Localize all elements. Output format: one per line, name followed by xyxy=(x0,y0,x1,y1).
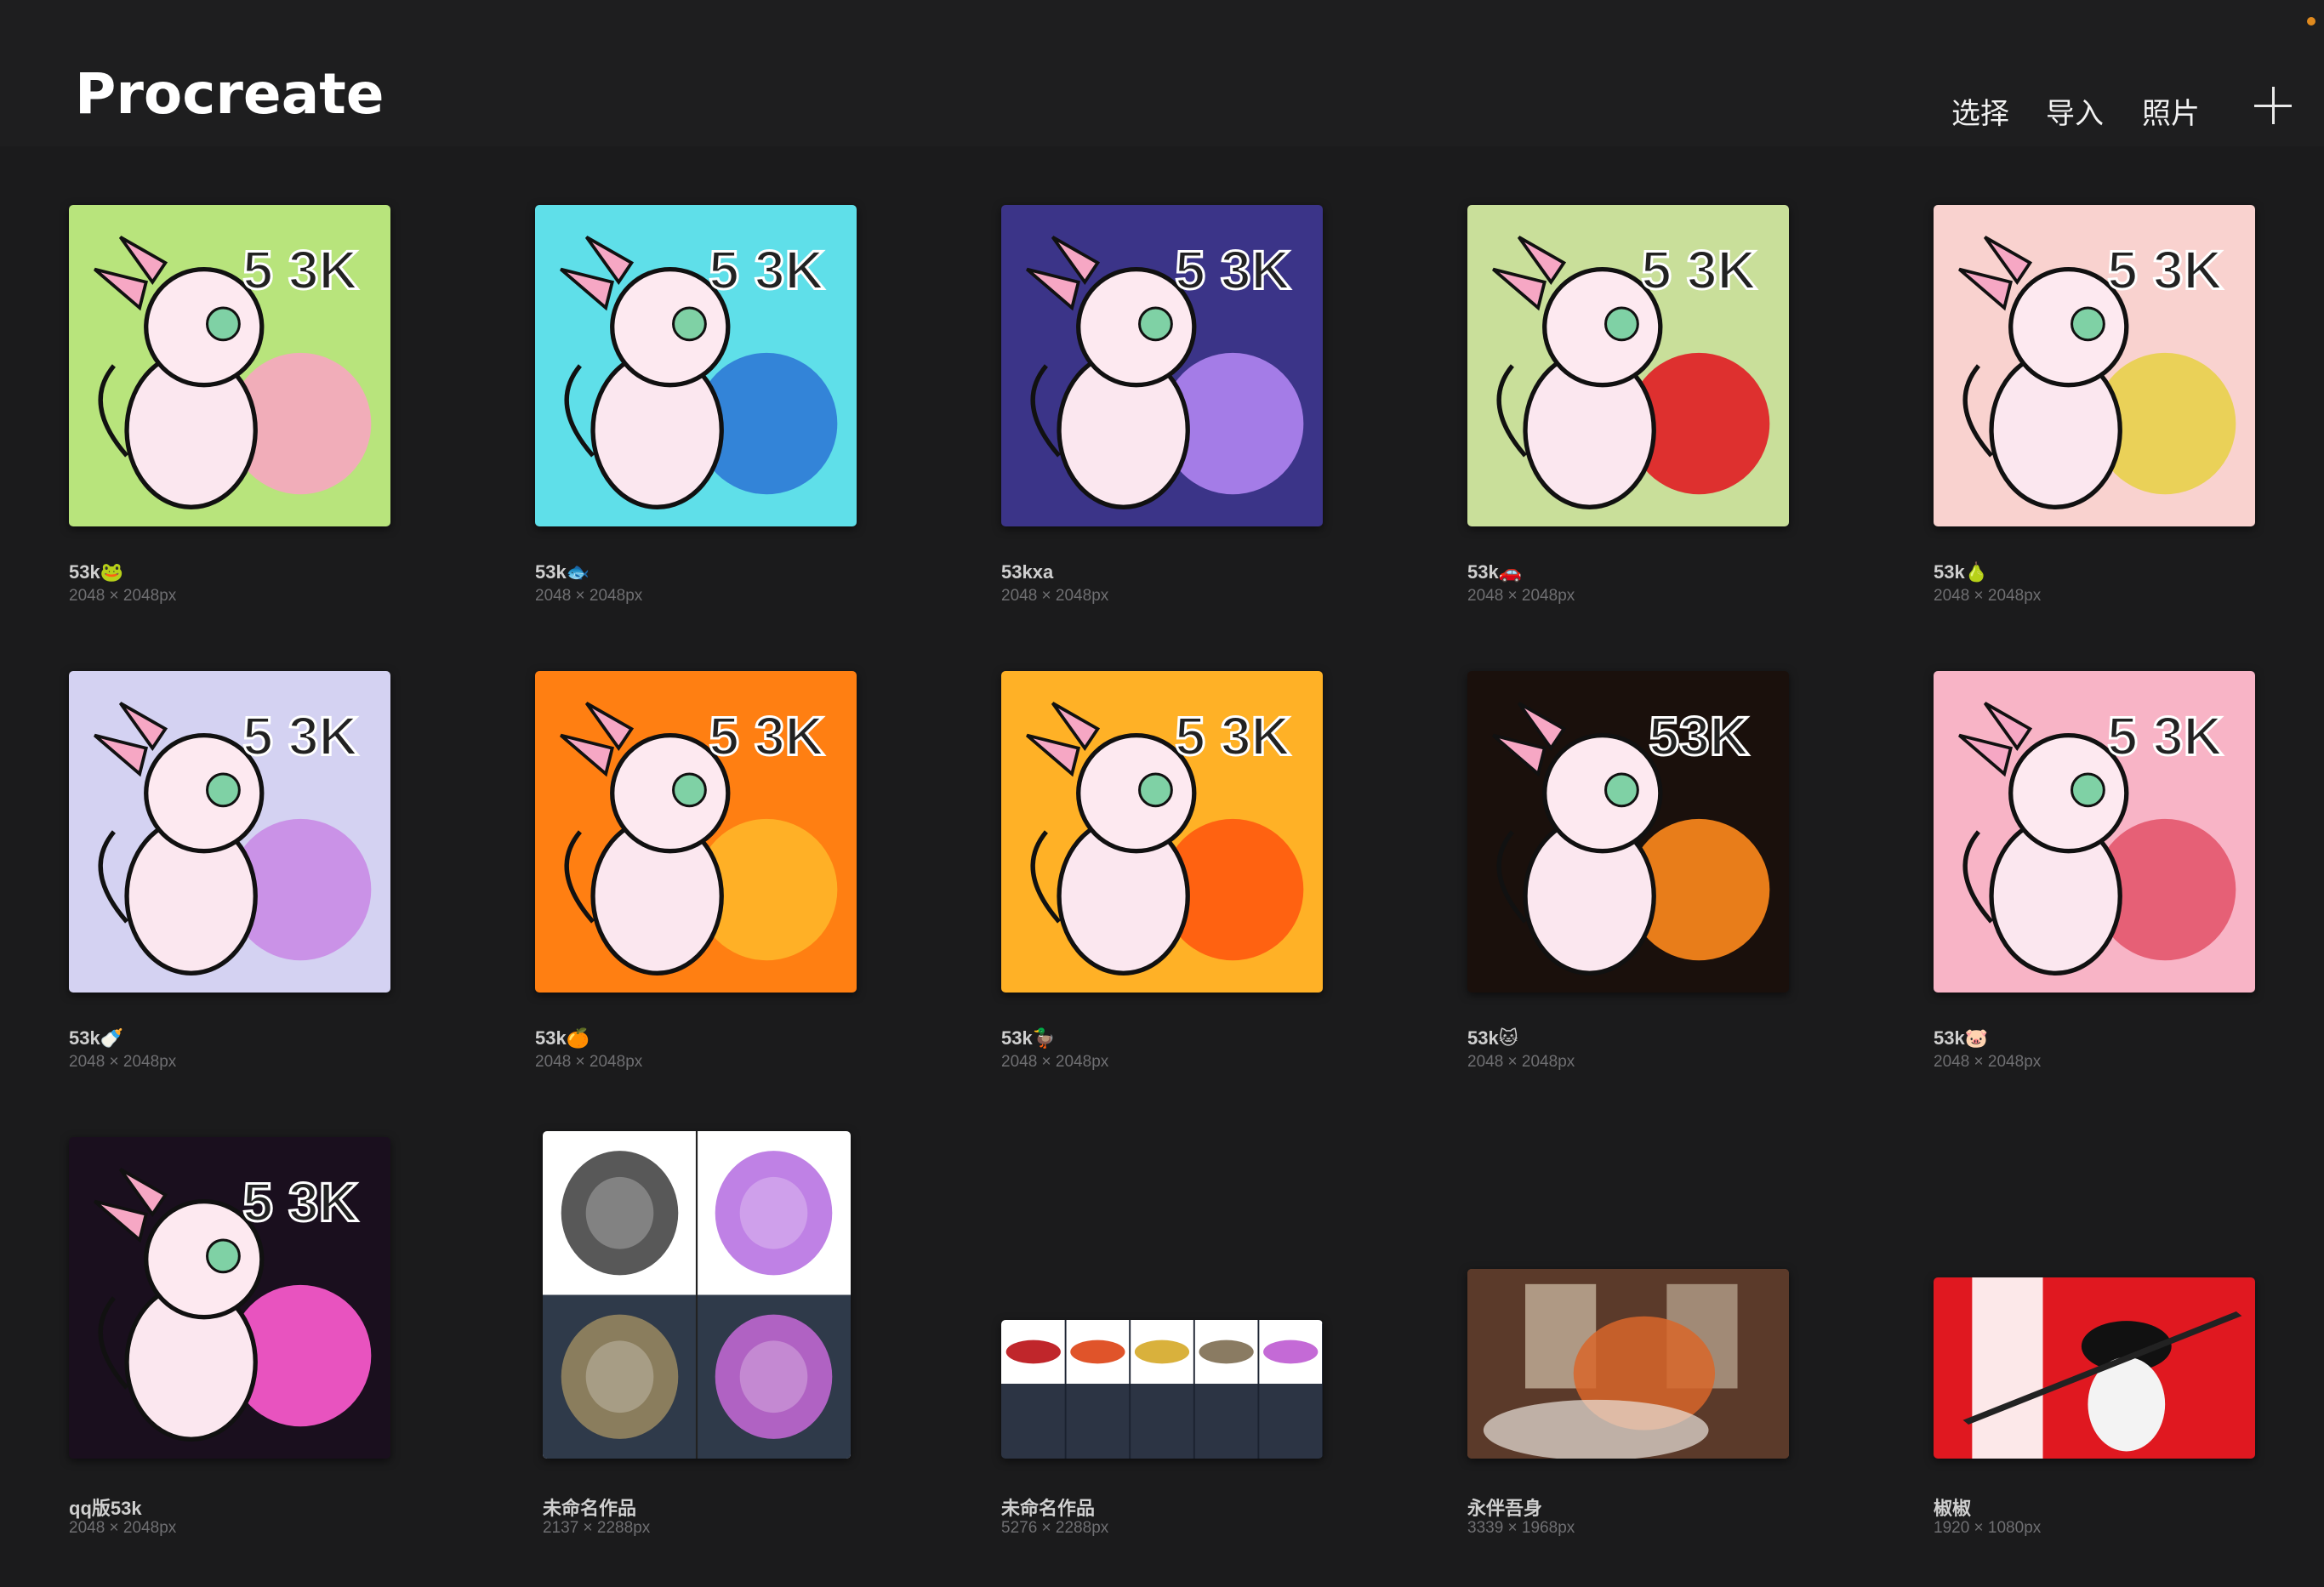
status-indicator-dot xyxy=(2307,17,2315,26)
artwork-dimensions: 2048 × 2048px xyxy=(1467,1053,1575,1071)
artwork-dimensions: 2048 × 2048px xyxy=(1001,587,1109,605)
artwork-thumbnail[interactable]: 5 3K xyxy=(1001,205,1323,526)
artwork-title: 53k🦆 xyxy=(1001,1027,1057,1049)
select-button[interactable]: 选择 xyxy=(1951,90,2009,132)
artwork-dimensions: 2137 × 2288px xyxy=(543,1519,651,1537)
app-title: Procreate xyxy=(75,61,384,127)
artwork-thumbnail[interactable]: 5 3K xyxy=(1467,205,1789,526)
artwork-title: 53k🍊 xyxy=(535,1027,590,1049)
svg-text:5 3K: 5 3K xyxy=(1175,705,1290,766)
svg-text:5 3K: 5 3K xyxy=(2107,705,2223,766)
artwork-dimensions: 2048 × 2048px xyxy=(535,587,643,605)
artwork-thumbnail[interactable]: 5 3K xyxy=(69,1137,390,1459)
artwork-dimensions: 2048 × 2048px xyxy=(1001,1053,1109,1071)
artwork-title: 53k🐸 xyxy=(69,561,124,583)
artwork-thumbnail[interactable]: 5 3K xyxy=(69,205,390,526)
artwork-dimensions: 1920 × 1080px xyxy=(1934,1519,2042,1537)
artwork-thumbnail[interactable]: 53K xyxy=(1467,671,1789,993)
artwork-thumbnail[interactable]: 5 3K xyxy=(1934,205,2255,526)
artwork-dimensions: 2048 × 2048px xyxy=(69,1053,177,1071)
svg-text:5 3K: 5 3K xyxy=(242,1171,358,1232)
artwork-dimensions: 2048 × 2048px xyxy=(1934,1053,2042,1071)
svg-text:5 3K: 5 3K xyxy=(242,705,358,766)
import-button[interactable]: 导入 xyxy=(2046,90,2104,132)
top-bar: Procreate 选择 导入 照片 xyxy=(0,0,2324,146)
artwork-thumbnail[interactable] xyxy=(1001,1320,1323,1459)
artwork-thumbnail[interactable] xyxy=(543,1131,851,1459)
photos-button[interactable]: 照片 xyxy=(2142,90,2200,132)
artwork-title: 未命名作品 xyxy=(543,1498,637,1519)
artwork-thumbnail[interactable]: 5 3K xyxy=(69,671,390,993)
artwork-dimensions: 2048 × 2048px xyxy=(1467,587,1575,605)
artwork-title: 永伴吾身 xyxy=(1467,1498,1543,1519)
svg-text:53K: 53K xyxy=(1649,705,1749,766)
artwork-title: 53k🍐 xyxy=(1934,561,1989,583)
artwork-dimensions: 5276 × 2288px xyxy=(1001,1519,1109,1537)
artwork-dimensions: 2048 × 2048px xyxy=(1934,587,2042,605)
svg-text:5 3K: 5 3K xyxy=(709,239,824,300)
artwork-title: qq版53k xyxy=(69,1498,142,1519)
artwork-title: 53k🍼 xyxy=(69,1027,124,1049)
new-canvas-plus-icon[interactable] xyxy=(2254,87,2292,124)
artwork-thumbnail[interactable] xyxy=(1934,1277,2255,1459)
artwork-thumbnail[interactable] xyxy=(1467,1269,1789,1459)
artwork-dimensions: 2048 × 2048px xyxy=(69,1519,177,1537)
artwork-dimensions: 2048 × 2048px xyxy=(535,1053,643,1071)
svg-text:5 3K: 5 3K xyxy=(709,705,824,766)
artwork-thumbnail[interactable]: 5 3K xyxy=(535,671,857,993)
artwork-title: 53k🐟 xyxy=(535,561,590,583)
artwork-title: 53kxa xyxy=(1001,561,1054,583)
svg-text:5 3K: 5 3K xyxy=(242,239,358,300)
artwork-title: 53k🐷 xyxy=(1934,1027,1989,1049)
artwork-thumbnail[interactable]: 5 3K xyxy=(1001,671,1323,993)
svg-text:5 3K: 5 3K xyxy=(1175,239,1290,300)
artwork-thumbnail[interactable]: 5 3K xyxy=(535,205,857,526)
artwork-title: 未命名作品 xyxy=(1001,1498,1096,1519)
artwork-title: 椒椒 xyxy=(1934,1498,1972,1519)
artwork-title: 53k🚗 xyxy=(1467,561,1523,583)
svg-text:5 3K: 5 3K xyxy=(1641,239,1757,300)
artwork-thumbnail[interactable]: 5 3K xyxy=(1934,671,2255,993)
svg-text:5 3K: 5 3K xyxy=(2107,239,2223,300)
artwork-dimensions: 2048 × 2048px xyxy=(69,587,177,605)
artwork-dimensions: 3339 × 1968px xyxy=(1467,1519,1575,1537)
artwork-title: 53k🐱 xyxy=(1467,1027,1518,1049)
